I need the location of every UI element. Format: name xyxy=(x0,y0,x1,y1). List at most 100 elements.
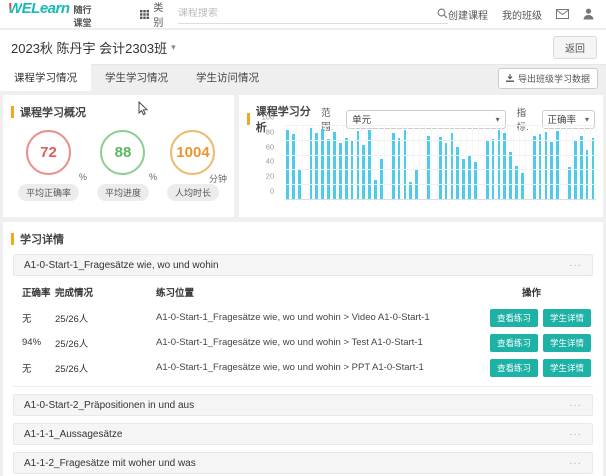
topbar-actions: 创建课程 我的班级 xyxy=(448,7,594,22)
chart-bar[interactable] xyxy=(545,132,548,200)
export-class-data-button[interactable]: 导出班级学习数据 xyxy=(498,68,598,89)
class-title[interactable]: 2023秋 陈丹宇 会计2303班 xyxy=(11,38,167,57)
stat-value: 1004 xyxy=(176,144,209,161)
accuracy-bar-chart: 020406080100 xyxy=(285,126,596,200)
chart-bar[interactable] xyxy=(556,131,559,200)
category-label: 类别 xyxy=(153,0,167,29)
stat-label: 平均进度 xyxy=(97,184,149,201)
class-title-bar: 2023秋 陈丹宇 会计2303班 ▾ 返回 xyxy=(0,30,606,65)
cell-accuracy: 94% xyxy=(13,337,55,348)
course-analysis-panel: 课程学习分析 范围: 单元 ▾ 指标: 正确率 ▾ 020406080100 xyxy=(239,95,603,217)
grid-icon xyxy=(140,10,149,19)
chart-bar[interactable] xyxy=(404,130,407,200)
chart-bar[interactable] xyxy=(339,143,342,200)
chart-bar[interactable] xyxy=(374,180,377,200)
chart-bar[interactable] xyxy=(550,142,553,200)
student-details-button[interactable]: 学生详情 xyxy=(543,334,591,352)
top-navigation-bar: WELearn 随行课堂 类别 创建课程 我的班级 xyxy=(0,0,606,29)
chart-bar[interactable] xyxy=(445,143,448,200)
unit-section-header[interactable]: A1-1-1_Aussagesätze ··· xyxy=(13,423,593,445)
search-input[interactable] xyxy=(178,8,437,19)
chart-bar[interactable] xyxy=(333,132,336,200)
my-classes-link[interactable]: 我的班级 xyxy=(502,7,542,22)
class-dropdown-caret-icon[interactable]: ▾ xyxy=(171,42,176,53)
chart-bar[interactable] xyxy=(286,130,289,200)
more-options-icon[interactable]: ··· xyxy=(569,260,582,271)
logo-subtitle: 随行课堂 xyxy=(74,3,93,29)
stat-average-duration: 1004 分钟 人均时长 xyxy=(167,130,219,201)
student-details-button[interactable]: 学生详情 xyxy=(543,359,591,377)
more-options-icon[interactable]: ··· xyxy=(569,429,582,440)
tab-student-learning[interactable]: 学生学习情况 xyxy=(91,64,182,91)
chart-bar[interactable] xyxy=(586,150,589,200)
cell-completion: 25/26人 xyxy=(55,336,113,350)
stat-unit: 分钟 xyxy=(209,172,227,185)
chart-bar[interactable] xyxy=(351,141,354,200)
metric-select-value: 正确率 xyxy=(548,112,577,126)
back-button[interactable]: 返回 xyxy=(553,36,597,59)
chart-bar[interactable] xyxy=(521,173,524,200)
unit-section-header[interactable]: A1-0-Start-2_Präpositionen in und aus ··… xyxy=(13,394,593,416)
stat-unit: % xyxy=(79,172,87,182)
chart-bar[interactable] xyxy=(468,155,471,200)
range-select-value: 单元 xyxy=(352,112,371,126)
chart-bar[interactable] xyxy=(362,145,365,200)
stat-unit: % xyxy=(149,172,157,182)
more-options-icon[interactable]: ··· xyxy=(569,458,582,469)
unit-section-header[interactable]: A1-0-Start-1_Fragesätze wie, wo und wohi… xyxy=(13,254,593,276)
view-exercise-button[interactable]: 查看练习 xyxy=(490,334,538,352)
col-accuracy: 正确率 xyxy=(13,285,55,299)
col-actions: 操作 xyxy=(433,285,593,299)
exercise-table: 正确率 完成情况 练习位置 操作 无 25/26人 A1-0-Start-1_F… xyxy=(13,278,593,387)
chart-gridline xyxy=(285,184,596,185)
create-course-link[interactable]: 创建课程 xyxy=(448,7,488,22)
unit-title: A1-1-1_Aussagesätze xyxy=(24,429,122,440)
tab-student-visits[interactable]: 学生访问情况 xyxy=(182,64,273,91)
chart-bar[interactable] xyxy=(392,133,395,200)
chart-bar[interactable] xyxy=(368,130,371,200)
chart-bar[interactable] xyxy=(427,136,430,200)
search-icon[interactable] xyxy=(437,8,448,19)
chart-bar[interactable] xyxy=(415,170,418,200)
y-axis-tick-label: 0 xyxy=(270,187,274,196)
y-axis-tick-label: 20 xyxy=(266,172,274,181)
chart-bar[interactable] xyxy=(486,141,489,200)
section-marker xyxy=(11,106,14,118)
chart-bar[interactable] xyxy=(380,159,383,200)
cell-location: A1-0-Start-1_Fragesätze wie, wo und wohi… xyxy=(113,312,433,323)
chart-bar[interactable] xyxy=(509,152,512,200)
student-details-button[interactable]: 学生详情 xyxy=(543,309,591,327)
details-title-row: 学习详情 xyxy=(3,222,603,247)
stat-value: 72 xyxy=(40,144,57,161)
chart-bar-slot xyxy=(591,126,597,200)
chart-bar[interactable] xyxy=(474,162,477,200)
chart-gridline xyxy=(285,125,596,126)
cell-location: A1-0-Start-1_Fragesätze wie, wo und wohi… xyxy=(113,362,433,373)
chart-bar[interactable] xyxy=(462,159,465,200)
tab-course-learning[interactable]: 课程学习情况 xyxy=(0,64,91,91)
category-menu[interactable]: 类别 xyxy=(140,0,167,29)
welearn-logo[interactable]: WELearn 随行课堂 xyxy=(8,0,92,29)
chart-bar[interactable] xyxy=(539,134,542,200)
view-exercise-button[interactable]: 查看练习 xyxy=(490,359,538,377)
download-icon xyxy=(506,74,514,83)
export-button-label: 导出班级学习数据 xyxy=(518,72,590,85)
more-options-icon[interactable]: ··· xyxy=(569,400,582,411)
view-exercise-button[interactable]: 查看练习 xyxy=(490,309,538,327)
chart-bar[interactable] xyxy=(515,166,518,200)
y-axis-tick-label: 100 xyxy=(262,113,275,122)
chart-bar[interactable] xyxy=(292,134,295,200)
chart-bar[interactable] xyxy=(357,131,360,200)
message-icon[interactable] xyxy=(556,9,569,19)
chart-bar[interactable] xyxy=(533,136,536,200)
chart-bar[interactable] xyxy=(451,133,454,200)
chart-bar[interactable] xyxy=(580,136,583,200)
chart-bar[interactable] xyxy=(503,133,506,200)
table-row: 无 25/26人 A1-0-Start-1_Fragesätze wie, wo… xyxy=(13,305,593,330)
user-icon[interactable] xyxy=(583,8,594,20)
y-axis-tick-label: 80 xyxy=(266,127,274,136)
chart-bar[interactable] xyxy=(315,133,318,200)
unit-section-header[interactable]: A1-1-2_Fragesätze mit woher und was ··· xyxy=(13,452,593,474)
col-location: 练习位置 xyxy=(113,285,433,299)
chevron-down-icon: ▾ xyxy=(496,115,500,124)
